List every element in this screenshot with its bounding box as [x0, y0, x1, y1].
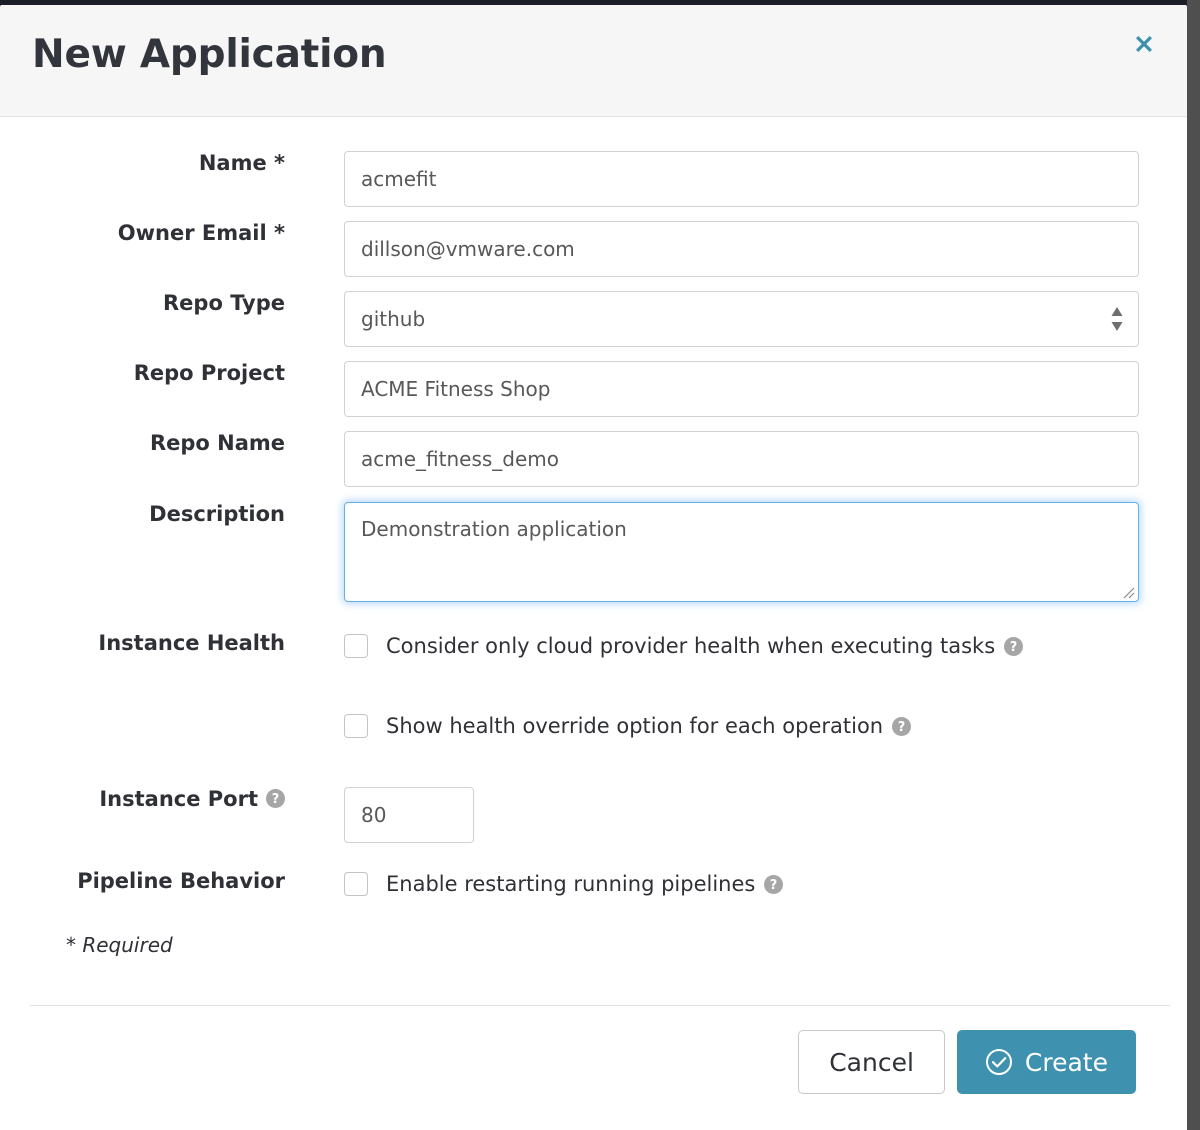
- form-row-description: Description: [0, 502, 1187, 602]
- cloud-provider-health-label: Consider only cloud provider health when…: [386, 634, 996, 658]
- form-row-repo-type: Repo Type github: [0, 291, 1187, 347]
- control-description: [285, 502, 1187, 602]
- label-repo-project: Repo Project: [133, 361, 285, 385]
- label-instance-port: Instance Port ?: [0, 787, 285, 811]
- form-row-instance-health: Instance Health Consider only cloud prov…: [0, 631, 1187, 741]
- control-name: [285, 151, 1187, 207]
- svg-text:?: ?: [770, 878, 778, 893]
- modal-body: Name * Owner Email * Repo Type github: [0, 151, 1187, 957]
- form-row-pipeline-behavior: Pipeline Behavior Enable restarting runn…: [0, 869, 1187, 899]
- repo-type-select[interactable]: github: [344, 291, 1139, 347]
- new-application-modal: New Application Name * Owner Email: [0, 4, 1187, 1130]
- repo-name-input[interactable]: [344, 431, 1139, 487]
- close-x-icon: [1129, 29, 1159, 59]
- control-repo-name: [285, 431, 1187, 487]
- label-repo-name: Repo Name: [149, 431, 285, 455]
- label-description: Description: [149, 502, 285, 526]
- form-row-repo-name: Repo Name: [0, 431, 1187, 487]
- repo-type-select-wrap: github: [344, 291, 1139, 347]
- close-button[interactable]: [1127, 27, 1161, 61]
- restart-pipelines-checkbox[interactable]: [344, 872, 368, 896]
- instance-port-input[interactable]: [344, 787, 474, 843]
- create-button-label: Create: [1024, 1047, 1108, 1077]
- cancel-button[interactable]: Cancel: [798, 1030, 945, 1094]
- label-owner-email: Owner Email *: [117, 221, 285, 245]
- health-override-checkbox[interactable]: [344, 714, 368, 738]
- checkbox-row-health-override: Show health override option for each ope…: [344, 711, 1187, 741]
- modal-backdrop: New Application Name * Owner Email: [0, 0, 1200, 1130]
- checkbox-row-cloud-provider-health: Consider only cloud provider health when…: [344, 631, 1187, 661]
- cloud-provider-health-checkbox[interactable]: [344, 634, 368, 658]
- restart-pipelines-label: Enable restarting running pipelines: [386, 872, 756, 896]
- form-row-instance-port: Instance Port ?: [0, 787, 1187, 843]
- control-instance-health: Consider only cloud provider health when…: [285, 631, 1187, 741]
- help-question-icon[interactable]: ?: [892, 716, 912, 736]
- svg-text:?: ?: [1010, 640, 1018, 655]
- form-row-name: Name *: [0, 151, 1187, 207]
- form-row-repo-project: Repo Project: [0, 361, 1187, 417]
- top-dark-bar: [0, 0, 1187, 5]
- health-override-label: Show health override option for each ope…: [386, 714, 884, 738]
- svg-text:?: ?: [272, 792, 280, 807]
- instance-port-label-text: Instance Port: [99, 787, 258, 811]
- modal-header: New Application: [0, 4, 1187, 117]
- modal-footer: Cancel Create: [0, 1030, 1187, 1094]
- required-note: * Required: [66, 933, 173, 957]
- check-circle-icon: [985, 1048, 1013, 1076]
- control-repo-type: github: [285, 291, 1187, 347]
- control-instance-port: [285, 787, 1187, 843]
- label-instance-health: Instance Health: [98, 631, 285, 655]
- label-pipeline-behavior: Pipeline Behavior: [77, 869, 285, 893]
- control-owner-email: [285, 221, 1187, 277]
- label-name: Name *: [198, 151, 285, 175]
- description-textarea[interactable]: [344, 502, 1139, 602]
- create-button[interactable]: Create: [956, 1030, 1136, 1094]
- description-textarea-wrap: [344, 502, 1139, 602]
- help-question-icon[interactable]: ?: [266, 789, 285, 808]
- form-row-owner-email: Owner Email *: [0, 221, 1187, 277]
- svg-text:?: ?: [898, 720, 906, 735]
- label-repo-type: Repo Type: [163, 291, 285, 315]
- control-repo-project: [285, 361, 1187, 417]
- name-input[interactable]: [344, 151, 1139, 207]
- repo-project-input[interactable]: [344, 361, 1139, 417]
- checkbox-row-restart-pipelines: Enable restarting running pipelines ?: [344, 869, 1187, 899]
- help-question-icon[interactable]: ?: [1004, 636, 1024, 656]
- help-question-icon[interactable]: ?: [764, 874, 784, 894]
- required-note-row: * Required: [0, 933, 1187, 957]
- control-pipeline-behavior: Enable restarting running pipelines ?: [285, 869, 1187, 899]
- owner-email-input[interactable]: [344, 221, 1139, 277]
- footer-divider: [30, 1005, 1170, 1006]
- page-title: New Application: [32, 32, 387, 77]
